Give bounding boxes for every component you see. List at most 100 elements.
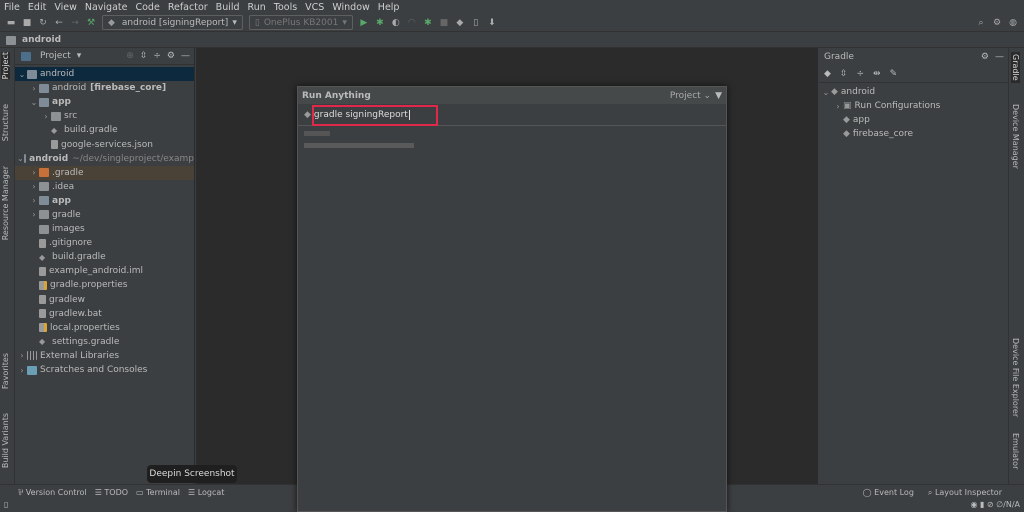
stripe-tab-gradle[interactable]: Gradle — [1011, 52, 1020, 83]
chevron-right-icon[interactable]: › — [29, 182, 39, 191]
gear-icon[interactable]: ⚙ — [167, 51, 175, 61]
stripe-tab-emulator[interactable]: Emulator — [1011, 433, 1020, 469]
tree-item[interactable]: ⌄ android — [15, 67, 194, 82]
gear-icon[interactable]: ⚙ — [992, 18, 1002, 28]
coverage-icon[interactable]: ◐ — [391, 18, 401, 28]
tree-item[interactable]: images — [15, 222, 194, 236]
tree-item[interactable]: .gitignore — [15, 236, 194, 250]
tool-terminal[interactable]: ▭ Terminal — [136, 488, 180, 497]
collapse-all-icon[interactable]: ÷ — [856, 69, 864, 79]
tree-item[interactable]: ⌄ android ~/dev/singleproject/examp — [15, 152, 194, 166]
chevron-down-icon[interactable]: ⌄ — [821, 88, 831, 97]
collapse-all-icon[interactable]: ÷ — [153, 51, 161, 61]
chevron-right-icon[interactable]: › — [17, 351, 27, 360]
tree-item[interactable]: ◆ build.gradle — [15, 250, 194, 264]
stripe-tab-build-variants[interactable]: Build Variants — [1, 413, 10, 468]
tool-logcat[interactable]: ☰ Logcat — [188, 488, 224, 497]
tree-item[interactable]: › android [firebase_core] — [15, 81, 194, 95]
tree-item[interactable]: ◆ build.gradle — [15, 123, 194, 137]
tree-item[interactable]: › External Libraries — [15, 349, 194, 363]
tree-item[interactable]: gradlew — [15, 293, 194, 307]
chevron-right-icon[interactable]: › — [29, 168, 39, 177]
menu-navigate[interactable]: Navigate — [85, 2, 128, 13]
tool-layout-inspector[interactable]: ⌕ Layout Inspector — [928, 488, 1002, 498]
menu-view[interactable]: View — [54, 2, 77, 13]
minimize-icon[interactable]: — — [995, 52, 1004, 62]
tree-item[interactable]: ⌄ app — [15, 95, 194, 109]
stop-icon[interactable]: ■ — [439, 18, 449, 28]
chevron-down-icon[interactable]: ⌄ — [17, 154, 24, 163]
tree-item[interactable]: example_android.iml — [15, 264, 194, 278]
toggle-offline-icon[interactable]: ⇹ — [873, 69, 881, 79]
expand-all-icon[interactable]: ⇳ — [140, 51, 148, 61]
tool-event-log[interactable]: ◯ Event Log — [863, 488, 914, 497]
menu-refactor[interactable]: Refactor — [168, 2, 208, 13]
chevron-right-icon[interactable]: › — [29, 84, 39, 93]
chevron-right-icon[interactable]: › — [833, 102, 843, 111]
gradle-tree-item[interactable]: ⌄ ◆ android — [819, 85, 1008, 99]
tool-version-control[interactable]: ⅌ Version Control — [18, 487, 87, 498]
menu-run[interactable]: Run — [248, 2, 266, 13]
chevron-down-icon[interactable]: ⌄ — [17, 70, 27, 79]
attach-debugger-icon[interactable]: ✱ — [423, 18, 433, 28]
filter-icon[interactable]: ▼ — [715, 91, 722, 101]
tree-item[interactable]: ◆ settings.gradle — [15, 335, 194, 349]
locate-icon[interactable]: ⊕ — [126, 51, 134, 61]
sync-icon[interactable]: ↻ — [38, 18, 48, 28]
menu-window[interactable]: Window — [332, 2, 369, 13]
expand-all-icon[interactable]: ⇳ — [840, 69, 848, 79]
stripe-tab-structure[interactable]: Structure — [1, 104, 10, 141]
stripe-tab-project[interactable]: Project — [1, 52, 10, 80]
tree-item[interactable]: › Scratches and Consoles — [15, 363, 194, 377]
save-icon[interactable]: ■ — [22, 18, 32, 28]
breadcrumb-item[interactable]: android — [22, 35, 61, 45]
menu-build[interactable]: Build — [216, 2, 240, 13]
tool-todo[interactable]: ☰ TODO — [95, 488, 128, 497]
profile-icon[interactable]: ◠ — [407, 18, 417, 28]
tree-item[interactable]: › src — [15, 109, 194, 123]
tree-item[interactable]: gradlew.bat — [15, 307, 194, 321]
stripe-tab-resource-manager[interactable]: Resource Manager — [1, 166, 10, 240]
tree-item[interactable]: local.properties — [15, 321, 194, 335]
gradle-tree-item[interactable]: › ▣ Run Configurations — [819, 99, 1008, 113]
search-icon[interactable]: ⌕ — [976, 18, 986, 28]
open-folder-icon[interactable]: ▬ — [6, 18, 16, 28]
reload-gradle-icon[interactable]: ◆ — [824, 69, 831, 79]
sdk-manager-icon[interactable]: ⬇ — [487, 18, 497, 28]
menu-tools[interactable]: Tools — [274, 2, 297, 13]
stripe-tab-device-file-explorer[interactable]: Device File Explorer — [1011, 338, 1020, 417]
gradle-tree-item[interactable]: ◆ firebase_core — [819, 127, 1008, 141]
back-icon[interactable]: ← — [54, 18, 64, 28]
chevron-right-icon[interactable]: › — [29, 196, 39, 205]
gradle-sync-icon[interactable]: ◆ — [455, 18, 465, 28]
run-config-select[interactable]: ◆ android [signingReport] ▾ — [102, 15, 243, 30]
device-select[interactable]: ▯ OnePlus KB2001 ▾ — [248, 15, 353, 30]
menu-help[interactable]: Help — [378, 2, 400, 13]
project-view-select[interactable]: Project — [40, 51, 71, 61]
gradle-tree-item[interactable]: ◆ app — [819, 113, 1008, 127]
gear-icon[interactable]: ⚙ — [981, 52, 989, 62]
chevron-right-icon[interactable]: › — [17, 366, 27, 375]
debug-icon[interactable]: ✱ — [375, 18, 385, 28]
scope-select[interactable]: Project ⌄ — [670, 91, 711, 101]
tree-item[interactable]: › gradle — [15, 208, 194, 222]
tree-item[interactable]: › app — [15, 194, 194, 208]
avd-manager-icon[interactable]: ▯ — [471, 18, 481, 28]
build-hammer-icon[interactable]: ⚒ — [86, 18, 96, 28]
tree-item[interactable]: › .idea — [15, 180, 194, 194]
tree-item[interactable]: google-services.json — [15, 137, 194, 151]
account-icon[interactable]: ◍ — [1008, 18, 1018, 28]
forward-icon[interactable]: → — [70, 18, 80, 28]
minimize-icon[interactable]: — — [181, 51, 190, 61]
chevron-down-icon[interactable]: ▾ — [77, 51, 82, 61]
stripe-tab-device-manager[interactable]: Device Manager — [1011, 104, 1020, 169]
tree-item[interactable]: gradle.properties — [15, 278, 194, 292]
chevron-right-icon[interactable]: › — [41, 112, 51, 121]
menu-file[interactable]: File — [4, 2, 20, 13]
run-icon[interactable]: ▶ — [359, 18, 369, 28]
menu-vcs[interactable]: VCS — [305, 2, 324, 13]
tree-item[interactable]: › .gradle — [15, 165, 194, 180]
chevron-right-icon[interactable]: › — [29, 210, 39, 219]
stripe-tab-favorites[interactable]: Favorites — [1, 353, 10, 389]
wrench-icon[interactable]: ✎ — [890, 69, 898, 79]
